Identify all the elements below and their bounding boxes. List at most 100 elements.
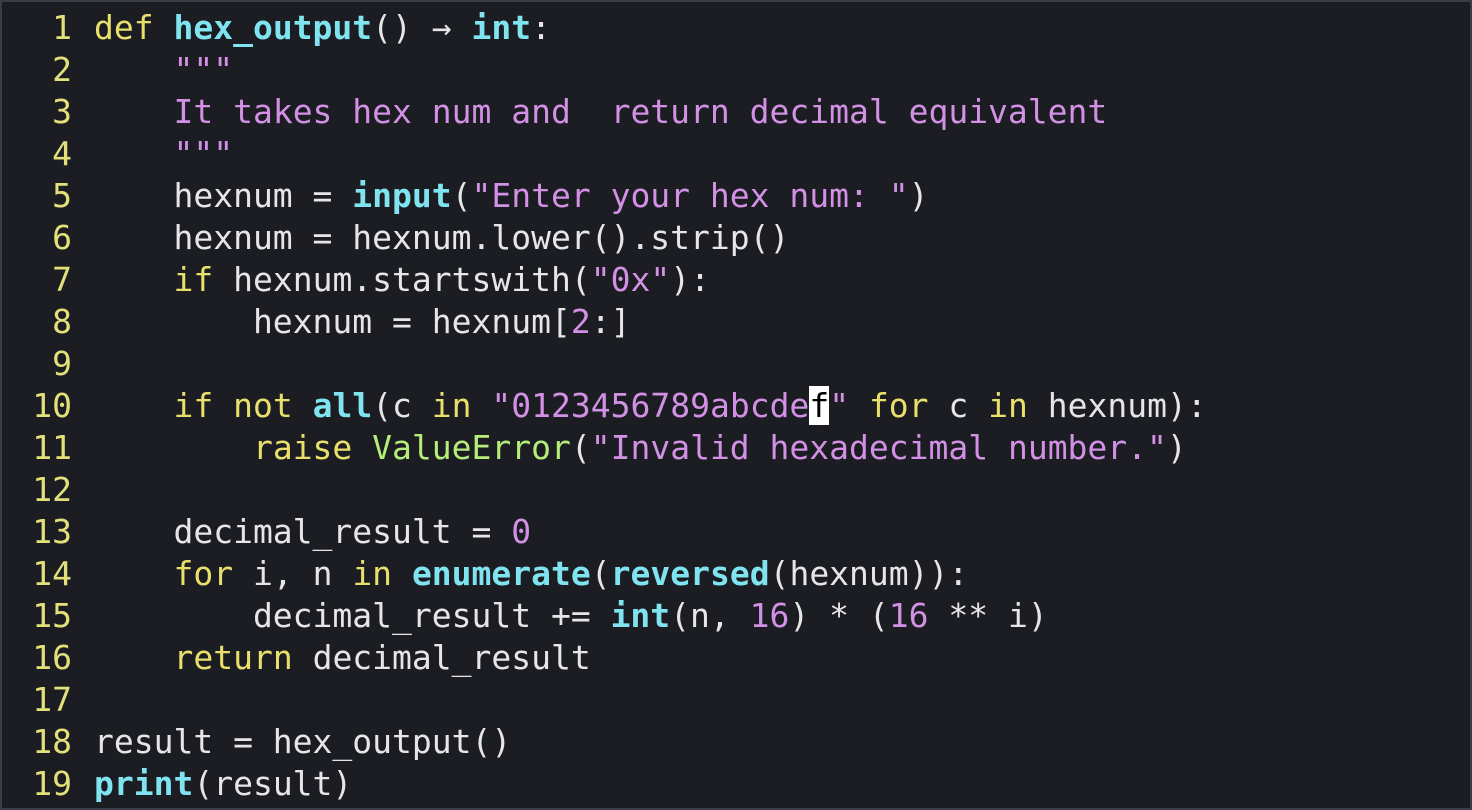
keyword-token: for: [868, 386, 929, 425]
line-number: 1: [52, 8, 72, 47]
line-code[interactable]: for i, n in enumerate(reversed(hexnum)):: [72, 553, 968, 595]
code-line-14[interactable]: 14 for i, n in enumerate(reversed(hexnum…: [2, 553, 968, 595]
code-text: (: [590, 554, 611, 593]
line-number: 13: [32, 512, 72, 551]
code-text: ):: [670, 260, 710, 299]
code-line-4[interactable]: 4 """: [2, 133, 233, 175]
string-token: "0x": [590, 260, 671, 299]
builtin-function-token: input: [352, 176, 452, 215]
code-text: decimal_result: [292, 638, 591, 677]
code-line-1[interactable]: 1 def hex_output() → int:: [2, 7, 551, 49]
line-code[interactable]: decimal_result += int(n, 16) * (16 ** i): [72, 595, 1048, 637]
line-code[interactable]: decimal_result = 0: [72, 511, 531, 553]
code-text: () →: [372, 8, 472, 47]
line-code[interactable]: if not all(c in "0123456789abcdef" for c…: [72, 385, 1207, 427]
keyword-token: raise: [252, 428, 353, 467]
code-line-13[interactable]: 13 decimal_result = 0: [2, 511, 531, 553]
code-line-17[interactable]: 17: [2, 679, 94, 721]
code-line-8[interactable]: 8 hexnum = hexnum[2:]: [2, 301, 630, 343]
line-number: 12: [32, 470, 72, 509]
code-line-6[interactable]: 6 hexnum = hexnum.lower().strip(): [2, 217, 789, 259]
builtin-function-token: print: [94, 764, 194, 803]
line-number: 6: [52, 218, 72, 257]
line-code[interactable]: print(result): [72, 763, 352, 805]
number-token: 16: [749, 596, 790, 635]
code-line-3[interactable]: 3 It takes hex num and return decimal eq…: [2, 91, 1107, 133]
builtin-function-token: all: [312, 386, 373, 425]
line-number: 4: [52, 134, 72, 173]
line-code[interactable]: """: [72, 133, 233, 175]
line-number: 8: [52, 302, 72, 341]
code-text: hexnum):: [1027, 386, 1207, 425]
code-text: (n,: [670, 596, 750, 635]
line-code[interactable]: return decimal_result: [72, 637, 591, 679]
line-number: 17: [32, 680, 72, 719]
code-line-10[interactable]: 10 if not all(c in "0123456789abcdef" fo…: [2, 385, 1207, 427]
line-number: 15: [32, 596, 72, 635]
code-line-18[interactable]: 18 result = hex_output(): [2, 721, 511, 763]
text-cursor: f: [809, 386, 830, 425]
code-text: :]: [590, 302, 631, 341]
line-code[interactable]: """: [72, 49, 233, 91]
line-code[interactable]: if hexnum.startswith("0x"):: [72, 259, 710, 301]
line-code[interactable]: def hex_output() → int:: [72, 7, 551, 49]
code-text: i, n: [233, 554, 353, 593]
code-editor[interactable]: 1 def hex_output() → int: 2 """ 3 It takes …: [0, 0, 1472, 810]
line-number: 10: [32, 386, 72, 425]
line-number: 19: [32, 764, 72, 803]
code-text: (hexnum)):: [769, 554, 969, 593]
code-text: (: [570, 428, 591, 467]
code-line-19[interactable]: 19 print(result): [2, 763, 352, 805]
code-line-15[interactable]: 15 decimal_result += int(n, 16) * (16 **…: [2, 595, 1048, 637]
code-line-12[interactable]: 12: [2, 469, 94, 511]
string-token: ": [829, 386, 850, 425]
code-line-5[interactable]: 5 hexnum = input("Enter your hex num: "): [2, 175, 928, 217]
line-number: 7: [52, 260, 72, 299]
code-text: (c: [372, 386, 432, 425]
code-text: :: [531, 8, 551, 47]
line-number: 5: [52, 176, 72, 215]
line-number: 2: [52, 50, 72, 89]
builtin-function-token: int: [471, 8, 532, 47]
code-text: ) * (: [789, 596, 889, 635]
line-code[interactable]: It takes hex num and return decimal equi…: [72, 91, 1107, 133]
line-code[interactable]: hexnum = hexnum[2:]: [72, 301, 631, 343]
code-text: (: [451, 176, 472, 215]
code-text: ): [908, 176, 929, 215]
keyword-token: def: [94, 8, 154, 47]
string-token: """: [173, 134, 234, 173]
builtin-function-token: hex_output: [173, 8, 373, 47]
keyword-token: for: [173, 554, 234, 593]
keyword-token: if not: [173, 386, 293, 425]
code-line-7[interactable]: 7 if hexnum.startswith("0x"):: [2, 259, 710, 301]
code-line-9[interactable]: 9: [2, 343, 94, 385]
line-code[interactable]: hexnum = input("Enter your hex num: "): [72, 175, 928, 217]
number-token: 0: [511, 512, 532, 551]
keyword-token: if: [173, 260, 214, 299]
code-text: hexnum =: [94, 176, 353, 215]
line-code[interactable]: hexnum = hexnum.lower().strip(): [72, 217, 789, 259]
code-line-2[interactable]: 2 """: [2, 49, 233, 91]
line-code[interactable]: raise ValueError("Invalid hexadecimal nu…: [72, 427, 1187, 469]
code-text: hexnum.startswith(: [213, 260, 591, 299]
code-text: ): [1166, 428, 1187, 467]
line-number: 11: [32, 428, 72, 467]
code-text: result = hex_output(): [94, 722, 512, 761]
code-line-16[interactable]: 16 return decimal_result: [2, 637, 591, 679]
code-line-11[interactable]: 11 raise ValueError("Invalid hexadecimal…: [2, 427, 1187, 469]
code-text: hexnum = hexnum.lower().strip(): [94, 218, 790, 257]
line-code[interactable]: result = hex_output(): [72, 721, 511, 763]
line-number: 9: [52, 344, 72, 383]
string-token: "0123456789abcde: [491, 386, 810, 425]
